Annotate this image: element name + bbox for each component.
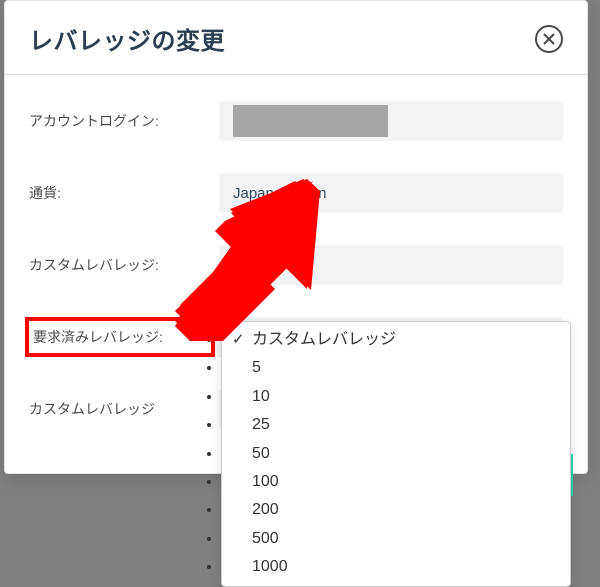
custom-leverage-label: カスタムレバレッジ: [29, 255, 219, 275]
form-row-currency: 通貨: Japanese yen [29, 173, 563, 213]
redacted-block [233, 105, 388, 137]
dropdown-option[interactable]: 10 [222, 383, 570, 411]
close-button[interactable] [535, 25, 563, 53]
modal-title: レバレッジの変更 [29, 21, 225, 56]
close-icon [542, 32, 556, 46]
custom-leverage-input[interactable] [219, 245, 563, 285]
currency-value: Japanese yen [219, 173, 563, 213]
modal-header: レバレッジの変更 [5, 1, 587, 75]
account-label: アカウントログイン: [29, 111, 219, 131]
custom-leverage2-label: カスタムレバレッジ [29, 399, 219, 419]
dropdown-option[interactable]: 100 [222, 468, 570, 496]
account-value [219, 101, 563, 141]
form-row-custom-leverage: カスタムレバレッジ: [29, 245, 563, 285]
requested-leverage-label: 要求済みレバレッジ: [25, 317, 215, 357]
dropdown-option[interactable]: カスタムレバレッジ [222, 326, 570, 354]
dropdown-option[interactable]: 50 [222, 440, 570, 468]
dropdown-option[interactable]: 5 [222, 354, 570, 382]
currency-label: 通貨: [29, 183, 219, 203]
dropdown-option[interactable]: 500 [222, 525, 570, 553]
leverage-dropdown-list[interactable]: カスタムレバレッジ 5 10 25 50 100 200 500 1000 [221, 321, 571, 587]
dropdown-option[interactable]: 25 [222, 411, 570, 439]
dropdown-option[interactable]: 1000 [222, 553, 570, 581]
leverage-change-modal: レバレッジの変更 アカウントログイン: 通貨: Japanese yen カスタ… [4, 0, 588, 474]
dropdown-option[interactable]: 200 [222, 496, 570, 524]
form-row-account: アカウントログイン: [29, 101, 563, 141]
